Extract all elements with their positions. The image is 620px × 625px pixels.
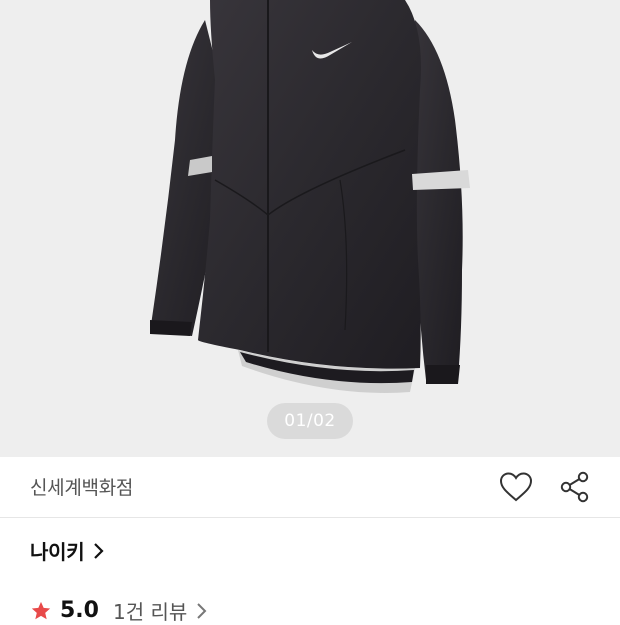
store-name[interactable]: 신세계백화점 [30, 473, 133, 500]
heart-outline-icon [499, 472, 533, 502]
brand-link[interactable]: 나이키 [30, 536, 104, 565]
share-button[interactable] [555, 467, 595, 507]
rating-value: 5.0 [60, 598, 99, 623]
chevron-right-icon [197, 602, 207, 619]
product-image [150, 0, 470, 393]
brand-name: 나이키 [30, 540, 85, 564]
chevron-right-icon [94, 542, 104, 559]
rating-summary[interactable]: 5.0 1건 리뷰 [30, 596, 207, 625]
product-image-gallery[interactable]: 01/02 [0, 0, 620, 457]
review-count: 1건 리뷰 [112, 600, 188, 624]
wishlist-button[interactable] [496, 467, 536, 507]
star-icon [31, 601, 51, 619]
image-pager-indicator: 01/02 [267, 403, 353, 439]
store-row: 신세계백화점 [0, 457, 620, 518]
share-icon [560, 471, 589, 503]
